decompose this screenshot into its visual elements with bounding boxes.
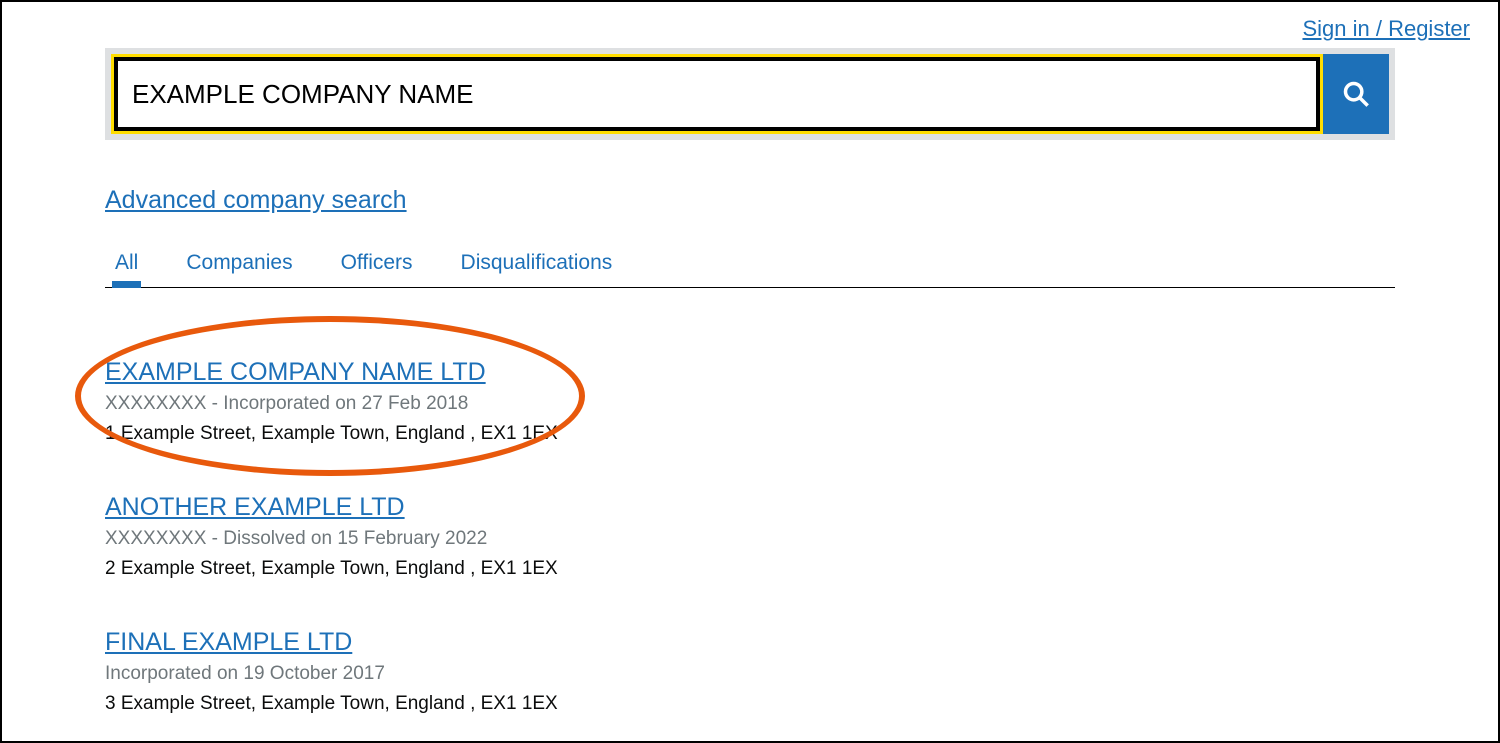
- result-address: 3 Example Street, Example Town, England …: [105, 693, 1395, 715]
- search-button[interactable]: [1323, 54, 1389, 134]
- search-input[interactable]: [132, 79, 1302, 110]
- search-bar: [105, 48, 1395, 140]
- search-input-inner: [114, 57, 1320, 131]
- result-meta: Incorporated on 19 October 2017: [105, 663, 1395, 685]
- tab-companies[interactable]: Companies: [186, 245, 292, 287]
- result-meta: XXXXXXXX - Incorporated on 27 Feb 2018: [105, 393, 1395, 415]
- result-title-link[interactable]: FINAL EXAMPLE LTD: [105, 628, 352, 656]
- tab-officers[interactable]: Officers: [341, 245, 413, 287]
- advanced-search-link[interactable]: Advanced company search: [105, 186, 407, 214]
- result-address: 1 Example Street, Example Town, England …: [105, 423, 1395, 445]
- result-item: ANOTHER EXAMPLE LTD XXXXXXXX - Dissolved…: [105, 493, 1395, 580]
- result-title-link[interactable]: EXAMPLE COMPANY NAME LTD: [105, 358, 486, 386]
- sign-in-link[interactable]: Sign in / Register: [1302, 16, 1470, 42]
- result-item: EXAMPLE COMPANY NAME LTD XXXXXXXX - Inco…: [105, 358, 1395, 445]
- sign-in-link-text[interactable]: Sign in / Register: [1302, 16, 1470, 41]
- search-icon: [1342, 80, 1370, 108]
- result-address: 2 Example Street, Example Town, England …: [105, 558, 1395, 580]
- result-meta: XXXXXXXX - Dissolved on 15 February 2022: [105, 528, 1395, 550]
- result-title-link[interactable]: ANOTHER EXAMPLE LTD: [105, 493, 405, 521]
- tab-all[interactable]: All: [115, 245, 138, 287]
- results-list: EXAMPLE COMPANY NAME LTD XXXXXXXX - Inco…: [105, 358, 1395, 715]
- result-item: FINAL EXAMPLE LTD Incorporated on 19 Oct…: [105, 628, 1395, 715]
- tabs: All Companies Officers Disqualifications: [105, 245, 1395, 288]
- tab-disqualifications[interactable]: Disqualifications: [461, 245, 613, 287]
- search-input-wrapper: [111, 54, 1323, 134]
